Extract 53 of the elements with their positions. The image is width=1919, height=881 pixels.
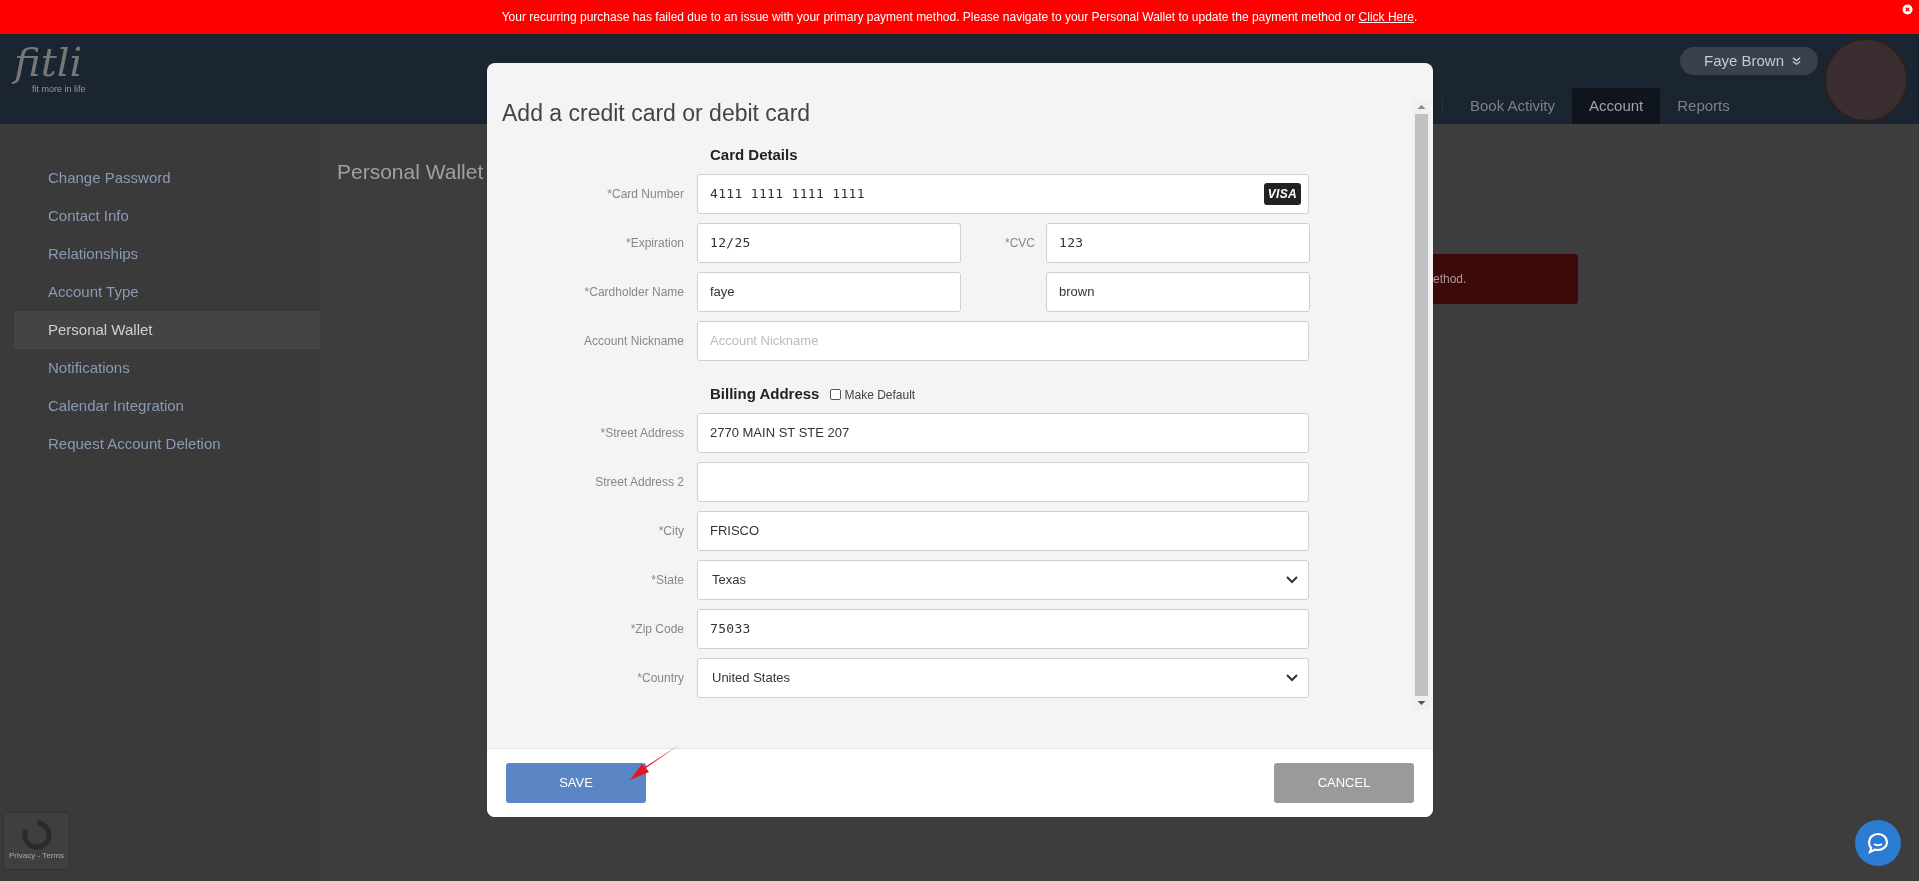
field-label: *State (650, 572, 685, 589)
sidebar-item[interactable]: Contact Info (14, 197, 320, 235)
modal-title: Add a credit card or debit card (501, 99, 812, 127)
make-default-checkbox[interactable]: Make Default (830, 385, 916, 404)
chevron-down-icon (1286, 674, 1298, 682)
sidebar-item[interactable]: Change Password (14, 159, 320, 197)
input-field[interactable]: 12/25 (697, 223, 961, 263)
select-field[interactable]: Texas (697, 560, 1309, 600)
sidebar-item[interactable]: Relationships (14, 235, 320, 273)
click-here-link[interactable]: Click Here (1358, 10, 1414, 24)
sidebar-item[interactable]: Account Type (14, 273, 320, 311)
input-field[interactable]: 75033 (697, 609, 1309, 649)
field-label: *City (657, 523, 685, 540)
nav-tab[interactable]: Book Activity (1453, 88, 1573, 124)
sidebar-item[interactable]: Request Account Deletion (14, 425, 320, 463)
input-field[interactable]: FRISCO (697, 511, 1309, 551)
field-label: *CVC (1004, 235, 1036, 252)
nav-tab[interactable]: Account (1572, 88, 1661, 124)
sidebar-item[interactable]: Notifications (14, 349, 320, 387)
logo-tagline: fit more in life (31, 84, 86, 95)
input-field[interactable]: brown (1046, 272, 1310, 312)
chevron-down-icon (1286, 576, 1298, 584)
input-field[interactable]: 2770 MAIN ST STE 207 (697, 413, 1309, 453)
field-label: Street Address 2 (594, 474, 685, 491)
save-button[interactable]: SAVE (506, 763, 646, 803)
section-heading: Card Details (710, 145, 798, 166)
input-field[interactable]: 123 (1046, 223, 1310, 263)
recaptcha-links[interactable]: Privacy - Terms (9, 850, 64, 862)
sidebar-item[interactable]: Personal Wallet (14, 311, 320, 349)
sidebar-item[interactable]: Calendar Integration (14, 387, 320, 425)
field-label: *Card Number (606, 186, 685, 203)
field-label: *Zip Code (629, 621, 685, 638)
field-label: *Cardholder Name (583, 284, 685, 301)
select-field[interactable]: United States (697, 658, 1309, 698)
page-title: Personal Wallet (337, 160, 484, 183)
chat-bubble-icon (1866, 831, 1890, 855)
banner-message: Your recurring purchase has failed due to an issue with your primary payment method. Please navigate to your Personal Wallet to update the payment method or Click Here. (501, 9, 1418, 26)
double-chevron-icon (1792, 56, 1802, 66)
field-label: *Expiration (624, 235, 685, 252)
cancel-button[interactable]: CANCEL (1274, 763, 1414, 803)
input-field[interactable]: 4111 1111 1111 1111 VISA (697, 174, 1309, 214)
field-label: *Street Address (599, 425, 685, 442)
input-field[interactable]: faye (697, 272, 961, 312)
recaptcha-badge[interactable]: Privacy - Terms (3, 812, 70, 870)
section-heading: Billing Address (710, 384, 820, 405)
close-icon[interactable] (1902, 4, 1913, 15)
nav-tab[interactable]: Reports (1660, 88, 1747, 124)
scrollbar[interactable] (1413, 100, 1430, 710)
card-brand-logo: VISA (1263, 183, 1301, 205)
field-label: *Country (636, 670, 685, 687)
user-menu[interactable]: Faye Brown (1680, 47, 1818, 75)
input-field[interactable] (697, 462, 1309, 502)
field-label: Account Nickname (582, 333, 685, 350)
